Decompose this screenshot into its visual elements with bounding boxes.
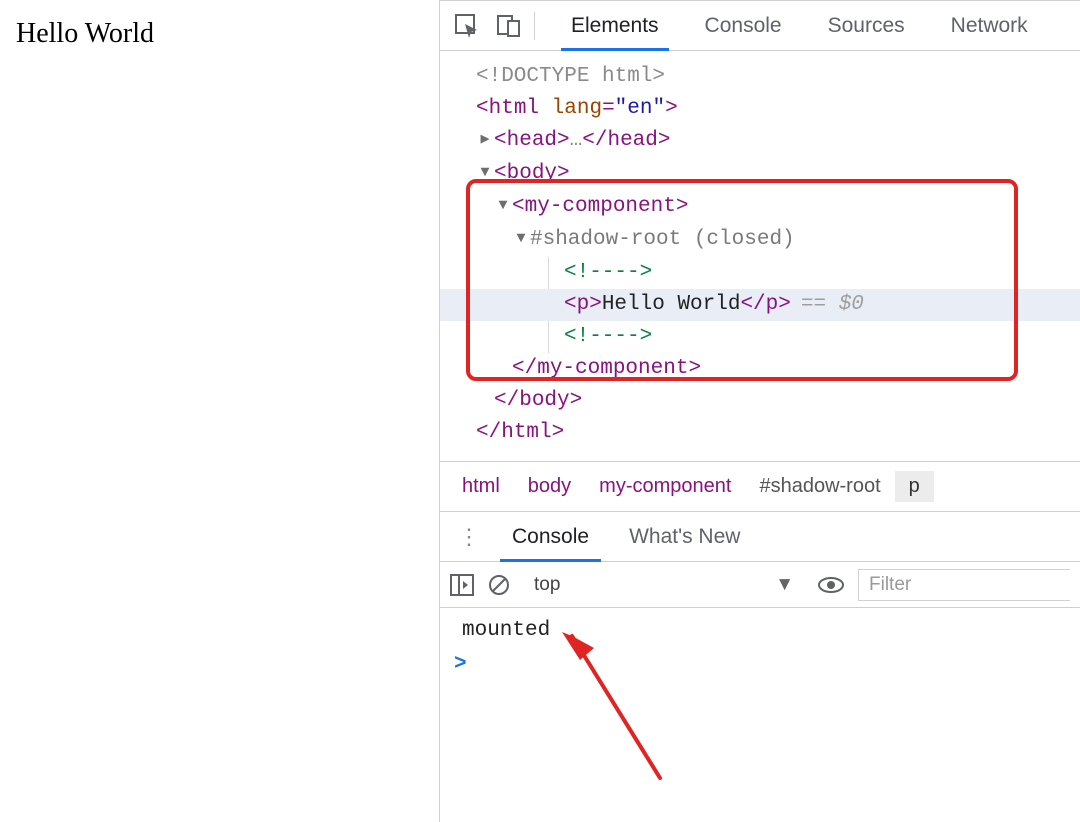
selected-indicator: == $0 xyxy=(801,293,864,316)
chevron-down-icon: ▼ xyxy=(775,574,794,596)
inspect-icon[interactable] xyxy=(454,13,480,39)
dom-node-body-close[interactable]: </body> xyxy=(440,385,1080,417)
elements-dom-tree[interactable]: <!DOCTYPE html> <html lang="en"> ▶<head>… xyxy=(440,51,1080,461)
console-filter-input[interactable]: Filter xyxy=(858,569,1070,601)
console-filter-placeholder: Filter xyxy=(869,574,911,596)
crumb-html[interactable]: html xyxy=(448,471,514,502)
collapse-caret-icon[interactable]: ▼ xyxy=(494,190,512,222)
dom-node-my-component-close[interactable]: </my-component> xyxy=(440,353,1080,385)
drawer-tab-whatsnew[interactable]: What's New xyxy=(611,512,758,561)
drawer-panel: ⋮ Console What's New top ▼ xyxy=(440,511,1080,822)
dom-node-my-component[interactable]: ▼<my-component> xyxy=(440,191,1080,224)
console-context-select[interactable]: top ▼ xyxy=(524,569,804,601)
devtools-panel: Elements Console Sources Network <!DOCTY… xyxy=(440,0,1080,822)
devtools-tabbar: Elements Console Sources Network xyxy=(440,1,1080,51)
dom-node-p-selected[interactable]: … <p>Hello World</p>== $0 xyxy=(440,289,1080,321)
tab-elements[interactable]: Elements xyxy=(551,1,679,50)
page-heading: Hello World xyxy=(16,18,423,50)
console-body[interactable]: mounted > xyxy=(440,608,1080,822)
collapse-caret-icon[interactable]: ▼ xyxy=(512,223,530,255)
dom-node-comment[interactable]: <!----> xyxy=(440,257,1080,289)
console-sidebar-toggle-icon[interactable] xyxy=(450,574,474,596)
dom-node-comment[interactable]: <!----> xyxy=(440,321,1080,353)
drawer-tab-console[interactable]: Console xyxy=(494,512,607,561)
elements-breadcrumb: html body my-component #shadow-root p xyxy=(440,461,1080,511)
live-expression-icon[interactable] xyxy=(818,576,844,594)
dom-node-shadow-root[interactable]: ▼#shadow-root (closed) xyxy=(440,224,1080,257)
dom-node-body[interactable]: ▼<body> xyxy=(440,158,1080,191)
tab-network[interactable]: Network xyxy=(931,1,1048,50)
expand-caret-icon[interactable]: ▶ xyxy=(476,124,494,156)
crumb-shadow-root[interactable]: #shadow-root xyxy=(745,471,894,502)
dom-node-html-close[interactable]: </html> xyxy=(440,417,1080,449)
console-toolbar: top ▼ Filter xyxy=(440,562,1080,608)
console-context-label: top xyxy=(534,574,560,596)
dom-node-html[interactable]: <html lang="en"> xyxy=(440,93,1080,125)
clear-console-icon[interactable] xyxy=(488,574,510,596)
rendered-page: Hello World xyxy=(0,0,440,822)
dom-node-doctype[interactable]: <!DOCTYPE html> xyxy=(440,61,1080,93)
console-prompt[interactable]: > xyxy=(452,648,1068,682)
crumb-body[interactable]: body xyxy=(514,471,585,502)
drawer-menu-icon[interactable]: ⋮ xyxy=(448,524,490,550)
crumb-my-component[interactable]: my-component xyxy=(585,471,745,502)
device-toolbar-icon[interactable] xyxy=(496,13,522,39)
drawer-tabbar: ⋮ Console What's New xyxy=(440,512,1080,562)
console-log-line[interactable]: mounted xyxy=(452,614,1068,648)
crumb-p[interactable]: p xyxy=(895,471,934,502)
tab-console[interactable]: Console xyxy=(685,1,802,50)
collapse-caret-icon[interactable]: ▼ xyxy=(476,157,494,189)
dom-node-head[interactable]: ▶<head>…</head> xyxy=(440,125,1080,158)
tab-sources[interactable]: Sources xyxy=(808,1,925,50)
